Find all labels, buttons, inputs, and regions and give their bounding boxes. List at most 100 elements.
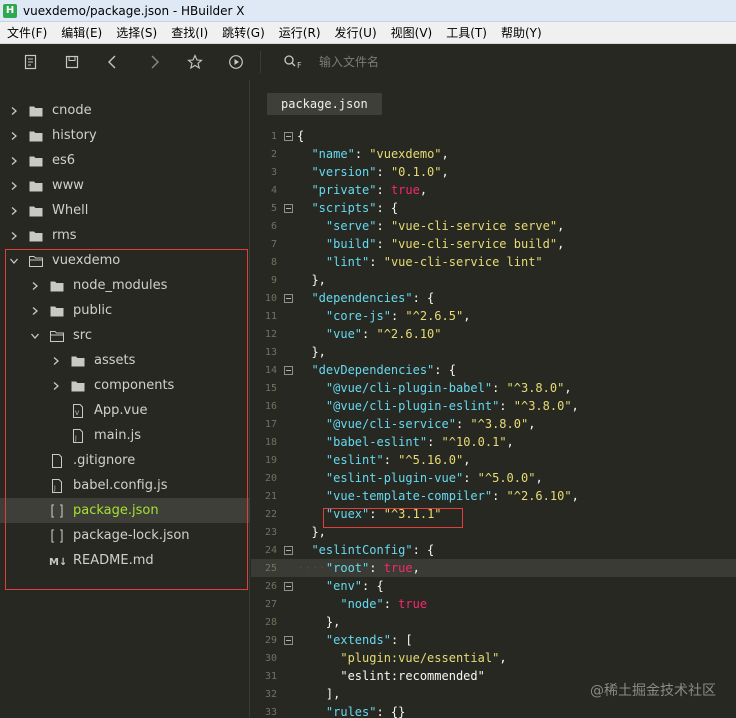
menu-edit[interactable]: 编辑(E) (54, 22, 109, 44)
code-line[interactable]: 33 "rules": {} (251, 703, 736, 718)
code-line[interactable]: 3 "version": "0.1.0", (251, 163, 736, 181)
tree-item-assets[interactable]: assets (0, 348, 250, 373)
menu-tools[interactable]: 工具(T) (439, 22, 494, 44)
back-button[interactable] (92, 44, 133, 80)
code-line[interactable]: 7 "build": "vue-cli-service build", (251, 235, 736, 253)
tree-item-history[interactable]: history (0, 123, 250, 148)
tree-item-whell[interactable]: Whell (0, 198, 250, 223)
save-button[interactable] (51, 44, 92, 80)
code-token: "scripts" (311, 201, 377, 215)
chevron-right-icon[interactable] (8, 180, 20, 192)
code-line[interactable]: 22 "vuex": "^3.1.1" (251, 505, 736, 523)
tree-item-www[interactable]: www (0, 173, 250, 198)
code-line[interactable]: 24 "eslintConfig": { (251, 541, 736, 559)
code-line[interactable]: 25 ···· "root": true, (251, 559, 736, 577)
code-line[interactable]: 12 "vue": "^2.6.10" (251, 325, 736, 343)
code-line[interactable]: 1{ (251, 127, 736, 145)
bookmark-button[interactable] (174, 44, 215, 80)
tree-item-cnode[interactable]: cnode (0, 98, 250, 123)
tree-item-babel-config-js[interactable]: Jbabel.config.js (0, 473, 250, 498)
code-token: : (492, 489, 507, 503)
chevron-right-icon[interactable] (8, 105, 20, 117)
menu-goto[interactable]: 跳转(G) (215, 22, 272, 44)
tree-item-gitignore[interactable]: .gitignore (0, 448, 250, 473)
code-line[interactable]: 23 }, (251, 523, 736, 541)
chevron-right-icon[interactable] (29, 305, 41, 317)
tree-item-node-modules[interactable]: node_modules (0, 273, 250, 298)
svg-text:J: J (74, 435, 77, 442)
chevron-right-icon[interactable] (8, 205, 20, 217)
menu-select[interactable]: 选择(S) (109, 22, 164, 44)
code-line[interactable]: 16 "@vue/cli-plugin-eslint": "^3.8.0", (251, 397, 736, 415)
new-file-button[interactable] (10, 44, 51, 80)
menu-view[interactable]: 视图(V) (384, 22, 440, 44)
code-line[interactable]: 20 "eslint-plugin-vue": "^5.0.0", (251, 469, 736, 487)
code-line[interactable]: 27 "node": true (251, 595, 736, 613)
fold-toggle-icon[interactable] (283, 545, 293, 555)
menu-publish[interactable]: 发行(U) (328, 22, 384, 44)
tree-item-rms[interactable]: rms (0, 223, 250, 248)
fold-toggle-icon[interactable] (283, 203, 293, 213)
chevron-right-icon[interactable] (8, 230, 20, 242)
js-file-icon: J (49, 478, 65, 493)
tree-item-readme-md[interactable]: M↓ README.md (0, 548, 250, 573)
chevron-right-icon[interactable] (50, 380, 62, 392)
chevron-right-icon[interactable] (8, 130, 20, 142)
forward-button[interactable] (133, 44, 174, 80)
code-line[interactable]: 18 "babel-eslint": "^10.0.1", (251, 433, 736, 451)
code-line[interactable]: 26 "env": { (251, 577, 736, 595)
menu-run[interactable]: 运行(R) (272, 22, 328, 44)
code-line[interactable]: 28 }, (251, 613, 736, 631)
tree-item-vuexdemo[interactable]: vuexdemo (0, 248, 250, 273)
code-line[interactable]: 30 "plugin:vue/essential", (251, 649, 736, 667)
code-line[interactable]: 6 "serve": "vue-cli-service serve", (251, 217, 736, 235)
code-line[interactable]: 14 "devDependencies": { (251, 361, 736, 379)
code-line[interactable]: 21 "vue-template-compiler": "^2.6.10", (251, 487, 736, 505)
code-line[interactable]: 9 }, (251, 271, 736, 289)
code-line[interactable]: 11 "core-js": "^2.6.5", (251, 307, 736, 325)
run-button[interactable] (215, 44, 256, 80)
menu-find[interactable]: 查找(I) (164, 22, 215, 44)
tab-package-json[interactable]: package.json (267, 93, 382, 115)
fold-toggle-icon[interactable] (283, 635, 293, 645)
search-input[interactable] (319, 55, 519, 69)
code-line[interactable]: 10 "dependencies": { (251, 289, 736, 307)
code-line[interactable]: 29 "extends": [ (251, 631, 736, 649)
chevron-down-icon[interactable] (8, 255, 20, 267)
menu-help[interactable]: 帮助(Y) (494, 22, 549, 44)
tree-item-public[interactable]: public (0, 298, 250, 323)
code-line[interactable]: 2 "name": "vuexdemo", (251, 145, 736, 163)
code-token: "plugin:vue/essential" (340, 651, 500, 665)
fold-toggle-icon[interactable] (283, 581, 293, 591)
code-line[interactable]: 13 }, (251, 343, 736, 361)
chevron-right-icon[interactable] (8, 155, 20, 167)
tree-item-es6[interactable]: es6 (0, 148, 250, 173)
chevron-right-icon[interactable] (29, 280, 41, 292)
code-token: : (362, 327, 377, 341)
tree-item-package-lock-json[interactable]: package-lock.json (0, 523, 250, 548)
fold-toggle-icon[interactable] (283, 293, 293, 303)
code-token: : (376, 219, 391, 233)
code-line[interactable]: 8 "lint": "vue-cli-service lint" (251, 253, 736, 271)
code-line[interactable]: 15 "@vue/cli-plugin-babel": "^3.8.0", (251, 379, 736, 397)
tree-item-package-json[interactable]: package.json (0, 498, 250, 523)
code-editor[interactable]: package.json 1{2 "name": "vuexdemo", 3 "v… (251, 80, 736, 718)
code-line[interactable]: 5 "scripts": { (251, 199, 736, 217)
tree-item-main-js[interactable]: Jmain.js (0, 423, 250, 448)
fold-toggle-icon[interactable] (283, 131, 293, 141)
code-token: , (441, 165, 449, 179)
tree-item-components[interactable]: components (0, 373, 250, 398)
code-line[interactable]: 17 "@vue/cli-service": "^3.8.0", (251, 415, 736, 433)
menu-file[interactable]: 文件(F) (0, 22, 54, 44)
tree-item-app-vue[interactable]: V App.vue (0, 398, 250, 423)
code-line[interactable]: 19 "eslint": "^5.16.0", (251, 451, 736, 469)
folder-open-icon (49, 329, 65, 343)
code-line[interactable]: 4 "private": true, (251, 181, 736, 199)
code-token: }, (311, 525, 326, 539)
tree-item-src[interactable]: src (0, 323, 250, 348)
fold-toggle-icon[interactable] (283, 365, 293, 375)
chevron-down-icon[interactable] (29, 330, 41, 342)
chevron-right-icon[interactable] (50, 355, 62, 367)
